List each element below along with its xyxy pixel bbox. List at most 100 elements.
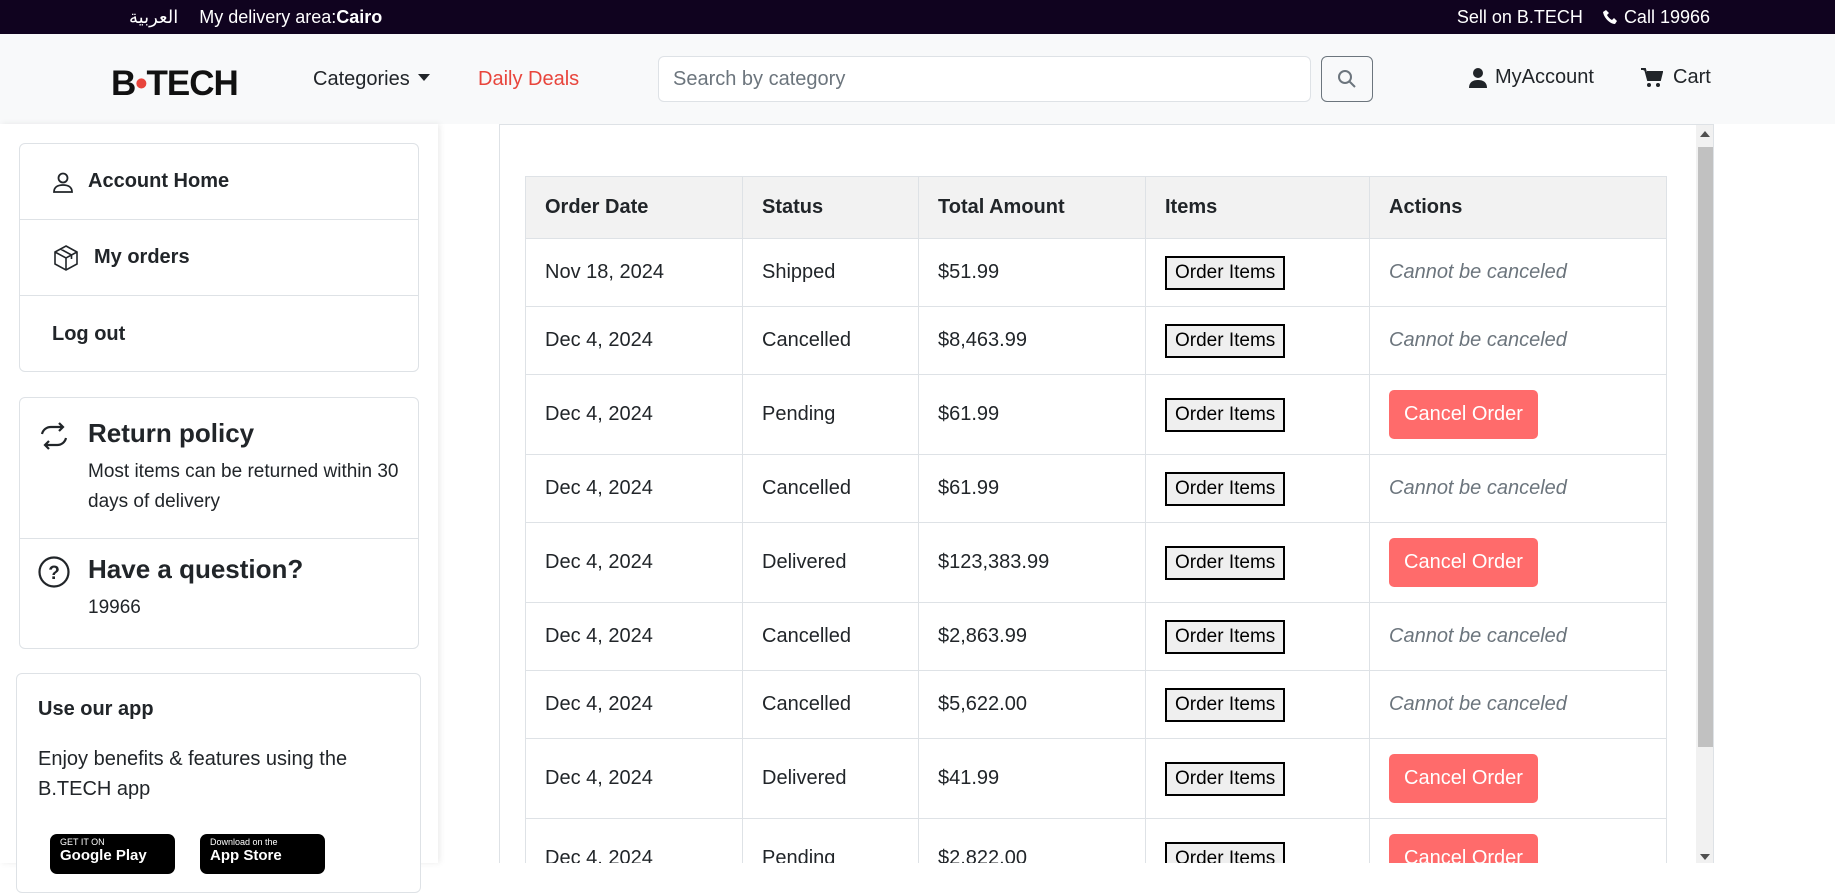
sidebar-item-my-orders[interactable]: My orders xyxy=(20,220,418,296)
return-policy-text: Most items can be returned within 30 day… xyxy=(88,461,399,512)
app-text: Enjoy benefits & features using the B.TE… xyxy=(38,748,348,800)
app-store-badge[interactable]: Download on the App Store xyxy=(200,834,325,874)
orders-body: Nov 18, 2024 Shipped $51.99 Order Items Cann… xyxy=(525,238,1667,863)
order-items-button[interactable]: Order Items xyxy=(1165,397,1286,432)
top-bar: العربية My delivery area:Cairo Sell on B… xyxy=(0,0,1835,34)
return-policy-title: Return policy xyxy=(88,418,255,448)
total-amount-cell: $123,383.99 xyxy=(918,522,1146,603)
header-actions[interactable]: Actions xyxy=(1369,176,1667,239)
divider xyxy=(20,538,418,539)
items-cell: Order Items xyxy=(1145,522,1370,603)
daily-deals-link[interactable]: Daily Deals xyxy=(478,68,579,91)
user-icon xyxy=(1469,67,1487,88)
header-order-date[interactable]: Order Date xyxy=(525,176,743,239)
google-big-text: Google Play xyxy=(60,847,147,864)
question-phone: 19966 xyxy=(88,597,141,618)
cart-label: Cart xyxy=(1673,66,1711,88)
actions-cell: Cancel Order xyxy=(1369,738,1667,819)
table-row: Dec 4, 2024 Pending $61.99 Order Items Cance… xyxy=(525,374,1667,455)
delivery-label: My delivery area: xyxy=(199,7,337,27)
order-items-button[interactable]: Order Items xyxy=(1165,619,1286,654)
status-cell: Cancelled xyxy=(742,670,919,739)
apple-big-text: App Store xyxy=(210,847,282,864)
table-row: Dec 4, 2024 Cancelled $8,463.99 Order Items… xyxy=(525,306,1667,375)
search-input[interactable] xyxy=(658,56,1311,102)
box-icon xyxy=(54,244,78,271)
order-items-button[interactable]: Order Items xyxy=(1165,761,1286,796)
items-cell: Order Items xyxy=(1145,374,1370,455)
total-amount-cell: $2,822.00 xyxy=(918,818,1146,863)
order-items-button[interactable]: Order Items xyxy=(1165,841,1286,863)
scroll-down-icon[interactable] xyxy=(1700,854,1710,860)
delivery-area[interactable]: My delivery area:Cairo xyxy=(199,7,382,28)
total-amount-cell: $8,463.99 xyxy=(918,306,1146,375)
cancel-order-button[interactable]: Cancel Order xyxy=(1389,390,1538,439)
order-items-button[interactable]: Order Items xyxy=(1165,323,1286,358)
actions-cell: Cancel Order xyxy=(1369,522,1667,603)
items-cell: Order Items xyxy=(1145,602,1370,671)
cannot-cancel-text: Cannot be canceled xyxy=(1369,238,1667,307)
apple-small-text: Download on the xyxy=(210,837,278,847)
order-items-button[interactable]: Order Items xyxy=(1165,471,1286,506)
orders-frame: Order Date Status Total Amount Items Act… xyxy=(499,124,1714,863)
table-row: Dec 4, 2024 Cancelled $2,863.99 Order Items… xyxy=(525,602,1667,671)
svg-text:?: ? xyxy=(48,563,60,584)
items-cell: Order Items xyxy=(1145,670,1370,739)
cannot-cancel-text: Cannot be canceled xyxy=(1369,454,1667,523)
items-cell: Order Items xyxy=(1145,818,1370,863)
status-cell: Shipped xyxy=(742,238,919,307)
info-card: Return policy Most items can be returned… xyxy=(19,397,419,649)
search-icon xyxy=(1338,70,1356,88)
header-status[interactable]: Status xyxy=(742,176,919,239)
status-cell: Delivered xyxy=(742,738,919,819)
order-items-button[interactable]: Order Items xyxy=(1165,545,1286,580)
sidebar-item-logout[interactable]: Log out xyxy=(20,296,418,372)
question-icon: ? xyxy=(38,556,70,588)
table-row: Dec 4, 2024 Cancelled $5,622.00 Order Items… xyxy=(525,670,1667,739)
scrollbar[interactable] xyxy=(1696,125,1713,863)
call-link[interactable]: Call 19966 xyxy=(1602,7,1710,28)
header-items[interactable]: Items xyxy=(1145,176,1370,239)
scroll-up-icon[interactable] xyxy=(1700,131,1710,137)
app-title: Use our app xyxy=(38,698,154,720)
status-cell: Pending xyxy=(742,374,919,455)
cancel-order-button[interactable]: Cancel Order xyxy=(1389,538,1538,587)
order-items-button[interactable]: Order Items xyxy=(1165,255,1286,290)
phone-icon xyxy=(1602,10,1617,24)
app-card: Use our app Enjoy benefits & features us… xyxy=(16,673,421,893)
items-cell: Order Items xyxy=(1145,454,1370,523)
total-amount-cell: $2,863.99 xyxy=(918,602,1146,671)
order-date-cell: Dec 4, 2024 xyxy=(525,374,743,455)
actions-cell: Cancel Order xyxy=(1369,818,1667,863)
language-switch[interactable]: العربية xyxy=(129,7,178,28)
navbar: B•TECH Categories Daily Deals MyAccount … xyxy=(0,34,1835,124)
order-date-cell: Dec 4, 2024 xyxy=(525,306,743,375)
order-date-cell: Dec 4, 2024 xyxy=(525,738,743,819)
search-button[interactable] xyxy=(1321,56,1373,102)
actions-cell: Cancel Order xyxy=(1369,374,1667,455)
account-menu: Account Home My orders Log out xyxy=(19,143,419,372)
scroll-thumb[interactable] xyxy=(1698,147,1713,747)
header-total-amount[interactable]: Total Amount xyxy=(918,176,1146,239)
total-amount-cell: $5,622.00 xyxy=(918,670,1146,739)
google-play-badge[interactable]: GET IT ON Google Play xyxy=(50,834,175,874)
orders-table: Order Date Status Total Amount Items Act… xyxy=(525,176,1667,863)
my-account-link[interactable]: MyAccount xyxy=(1469,66,1594,89)
cancel-order-button[interactable]: Cancel Order xyxy=(1389,754,1538,803)
sell-link[interactable]: Sell on B.TECH xyxy=(1457,7,1583,28)
btech-logo[interactable]: B•TECH xyxy=(111,64,239,104)
call-text: Call 19966 xyxy=(1623,7,1710,27)
table-row: Dec 4, 2024 Cancelled $61.99 Order Items Can… xyxy=(525,454,1667,523)
cart-link[interactable]: Cart xyxy=(1641,66,1711,89)
cannot-cancel-text: Cannot be canceled xyxy=(1369,306,1667,375)
cart-icon xyxy=(1641,67,1663,87)
order-date-cell: Dec 4, 2024 xyxy=(525,670,743,739)
sidebar-item-account-home[interactable]: Account Home xyxy=(20,144,418,220)
order-items-button[interactable]: Order Items xyxy=(1165,687,1286,722)
order-date-cell: Dec 4, 2024 xyxy=(525,454,743,523)
cancel-order-button[interactable]: Cancel Order xyxy=(1389,834,1538,863)
categories-dropdown[interactable]: Categories xyxy=(313,68,430,91)
menu-label: My orders xyxy=(94,246,190,268)
account-label: MyAccount xyxy=(1495,66,1594,88)
menu-label: Account Home xyxy=(88,170,230,192)
